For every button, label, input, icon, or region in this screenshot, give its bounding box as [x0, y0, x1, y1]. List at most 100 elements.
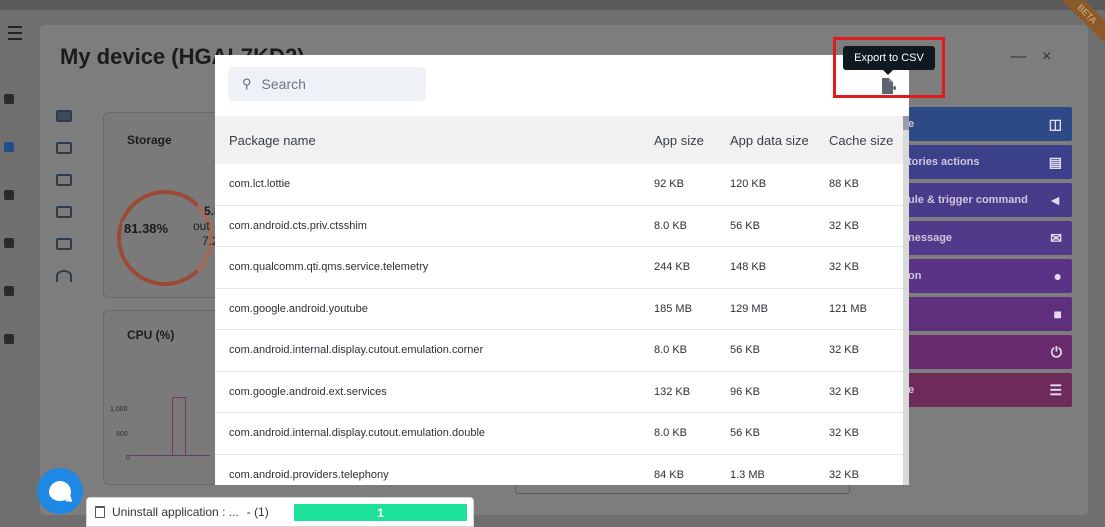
- search-icon: ⚲: [242, 76, 252, 91]
- package-name-cell: com.google.android.ext.services: [229, 385, 387, 398]
- table-row[interactable]: com.android.internal.display.cutout.emul…: [215, 413, 903, 455]
- package-name-cell: com.google.android.youtube: [229, 302, 368, 315]
- cpu-spike: [172, 397, 186, 455]
- task-count: - (1): [246, 505, 269, 519]
- nav-devices-icon[interactable]: [4, 142, 14, 152]
- cache-size-cell: 32 KB: [829, 344, 859, 357]
- cache-size-cell: 32 KB: [829, 427, 859, 440]
- app-size-cell: 84 KB: [654, 468, 684, 481]
- installed-apps-modal: ⚲ Package name App size App data size Ca…: [215, 55, 909, 485]
- app-data-size-cell: 120 KB: [730, 178, 767, 191]
- cpu-tick-label: 500: [116, 431, 128, 438]
- column-header-app-data-size[interactable]: App data size: [724, 133, 827, 148]
- app-data-size-cell: 1.3 MB: [730, 468, 765, 481]
- table-row[interactable]: com.google.android.youtube 185 MB 129 MB 12…: [215, 289, 903, 330]
- nav-shield-icon[interactable]: [4, 190, 14, 200]
- table-row[interactable]: com.lct.lottie 92 KB 120 KB 88 KB: [215, 164, 903, 206]
- action-button[interactable]: e ☰: [900, 373, 1072, 407]
- package-name-cell: com.android.internal.display.cutout.emul…: [229, 344, 484, 357]
- app-data-size-cell: 148 KB: [730, 261, 767, 274]
- device-actions-list: e ◫ tories actions ▤ ule & trigger command…: [900, 107, 1072, 411]
- app-size-cell: 244 KB: [654, 261, 691, 274]
- cache-size-cell: 121 MB: [829, 302, 867, 315]
- package-name-cell: com.android.cts.priv.ctsshim: [229, 219, 367, 232]
- action-button[interactable]: ■: [900, 297, 1072, 331]
- device-section-icons: [56, 110, 76, 302]
- table-row[interactable]: com.qualcomm.qti.qms.service.telemetry 24…: [215, 247, 903, 289]
- column-header-app-size[interactable]: App size: [651, 133, 724, 148]
- top-toolbar: [0, 0, 1105, 10]
- monitor-section-icon[interactable]: [56, 142, 72, 154]
- minimize-button[interactable]: —: [1010, 48, 1026, 66]
- storage-gauge: [117, 190, 213, 286]
- task-progress-bar: 1: [294, 504, 467, 521]
- chat-support-button[interactable]: [37, 468, 83, 514]
- action-label: on: [908, 270, 922, 282]
- chat-bubble-icon: [49, 481, 71, 501]
- action-button[interactable]: tories actions ▤: [900, 145, 1072, 179]
- nav-users-icon[interactable]: [4, 238, 14, 248]
- list-section-icon[interactable]: [56, 174, 72, 186]
- task-status-bar: Uninstall application : ... - (1) 1: [86, 497, 474, 527]
- hamburger-menu-icon[interactable]: [8, 26, 22, 40]
- action-label: nessage: [908, 232, 953, 244]
- overview-icon[interactable]: [56, 110, 72, 122]
- app-data-size-cell: 56 KB: [730, 344, 760, 357]
- close-panel-button[interactable]: ×: [1042, 48, 1051, 66]
- storage-title: Storage: [127, 133, 172, 147]
- clipboard-icon: ▤: [1048, 153, 1062, 170]
- column-header-cache-size[interactable]: Cache size: [827, 133, 903, 148]
- action-button[interactable]: ⏻: [900, 335, 1072, 369]
- app-data-size-cell: 129 MB: [730, 302, 768, 315]
- power-icon: ⏻: [1050, 343, 1062, 360]
- layout-icon[interactable]: [56, 238, 72, 250]
- app-size-cell: 8.0 KB: [654, 219, 688, 232]
- column-header-package-name[interactable]: Package name: [215, 133, 651, 148]
- action-button[interactable]: nessage ✉: [900, 221, 1072, 255]
- table-row[interactable]: com.google.android.ext.services 132 KB 96 …: [215, 372, 903, 413]
- cache-size-cell: 32 KB: [829, 219, 859, 232]
- wifi-icon[interactable]: [56, 270, 72, 282]
- action-button[interactable]: ule & trigger command ◄: [900, 183, 1072, 217]
- table-row[interactable]: com.android.providers.telephony 84 KB 1.3 …: [215, 455, 903, 486]
- app-size-cell: 8.0 KB: [654, 344, 688, 357]
- table-scrollbar[interactable]: [903, 116, 909, 485]
- left-nav-rail: [0, 80, 26, 380]
- trash-icon: [95, 506, 105, 518]
- folder-icon[interactable]: [56, 206, 72, 218]
- cache-size-cell: 88 KB: [829, 178, 859, 191]
- scrollbar-thumb[interactable]: [903, 116, 909, 130]
- table-row[interactable]: com.android.cts.priv.ctsshim 8.0 KB 56 KB 3…: [215, 206, 903, 247]
- app-data-size-cell: 56 KB: [730, 427, 760, 440]
- export-highlight-box: [833, 37, 945, 98]
- cache-size-cell: 32 KB: [829, 261, 859, 274]
- app-size-cell: 185 MB: [654, 302, 692, 315]
- table-row[interactable]: com.android.internal.display.cutout.emul…: [215, 330, 903, 372]
- search-box[interactable]: ⚲: [228, 67, 426, 101]
- cpu-tick-label: 1,000: [110, 406, 128, 413]
- nav-dashboard-icon[interactable]: [4, 94, 14, 104]
- app-size-cell: 92 KB: [654, 178, 684, 191]
- package-name-cell: com.android.providers.telephony: [229, 468, 389, 481]
- lock-icon: ■: [1053, 306, 1062, 322]
- app-size-cell: 8.0 KB: [654, 427, 688, 440]
- monitor-icon: ◫: [1048, 115, 1062, 132]
- envelope-icon: ✉: [1050, 229, 1062, 246]
- app-data-size-cell: 96 KB: [730, 385, 760, 398]
- action-button[interactable]: e ◫: [900, 107, 1072, 141]
- action-button[interactable]: on ●: [900, 259, 1072, 293]
- search-input[interactable]: [261, 76, 402, 92]
- nav-reports-icon[interactable]: [4, 286, 14, 296]
- cache-size-cell: 32 KB: [829, 385, 859, 398]
- nav-settings-icon[interactable]: [4, 334, 14, 344]
- cpu-tick-label: 0: [126, 455, 130, 462]
- cpu-baseline: [130, 455, 210, 456]
- app-data-size-cell: 56 KB: [730, 219, 760, 232]
- app-size-cell: 132 KB: [654, 385, 691, 398]
- apps-table-body: com.lct.lottie 92 KB 120 KB 88 KB com.andro…: [215, 164, 903, 485]
- action-label: ule & trigger command: [908, 194, 1028, 206]
- storage-out-of: out: [193, 219, 210, 233]
- package-name-cell: com.qualcomm.qti.qms.service.telemetry: [229, 261, 429, 274]
- package-name-cell: com.lct.lottie: [229, 178, 291, 191]
- storage-percent: 81.38%: [122, 221, 171, 236]
